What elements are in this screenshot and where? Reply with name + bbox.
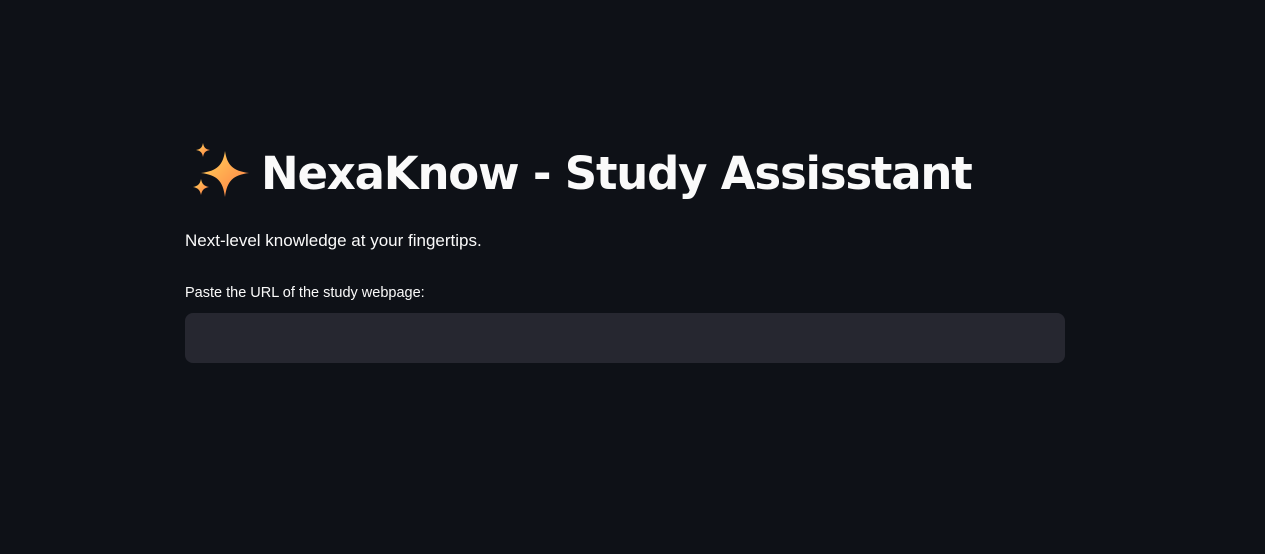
url-field-label: Paste the URL of the study webpage: [185,285,425,301]
url-input[interactable] [185,313,1065,363]
page-subtitle: Next-level knowledge at your fingertips. [185,231,482,250]
sparkles-icon [191,143,253,203]
page-header: NexaKnow - Study Assisstant [191,140,973,206]
page-title: NexaKnow - Study Assisstant [261,146,973,200]
